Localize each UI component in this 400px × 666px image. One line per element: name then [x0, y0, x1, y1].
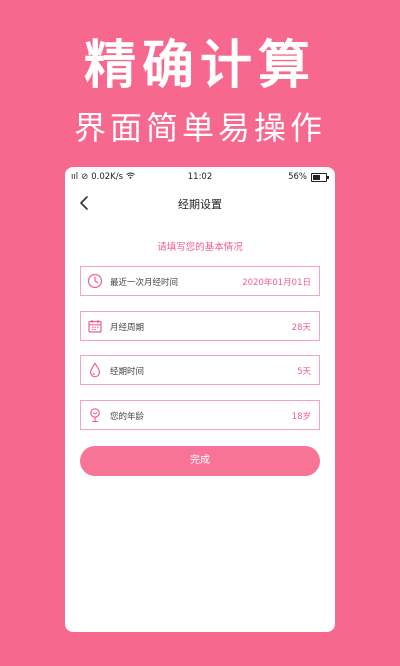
form-prompt: 请填写您的基本情况	[157, 242, 243, 253]
promo-headline: 精确计算	[83, 36, 316, 96]
phone-screen: ııl ⊘ 0.02K/s 11:02 56% 经期设置 请填写您的基本情况 最…	[65, 167, 335, 632]
field-label: 月经周期	[110, 323, 145, 333]
battery-icon	[311, 172, 329, 182]
battery-percent: 56%	[288, 172, 307, 182]
last-period-date-field[interactable]: 最近一次月经时间 2020年01月01日	[80, 266, 320, 296]
age-field[interactable]: 您的年龄 18岁	[80, 400, 320, 430]
status-bar: ııl ⊘ 0.02K/s 11:02 56%	[65, 167, 335, 187]
field-value: 28天	[291, 323, 311, 333]
nav-bar: 经期设置	[65, 191, 335, 217]
drop-icon	[87, 362, 103, 378]
age-icon	[87, 407, 103, 423]
promo-subline: 界面简单易操作	[73, 109, 326, 147]
field-value: 2020年01月01日	[242, 278, 311, 288]
calendar-icon	[87, 318, 103, 334]
page-title: 经期设置	[178, 198, 222, 211]
field-value: 18岁	[291, 412, 311, 422]
cycle-length-field[interactable]: 月经周期 28天	[80, 311, 320, 341]
period-duration-field[interactable]: 经期时间 5天	[80, 355, 320, 385]
field-label: 经期时间	[110, 367, 145, 377]
field-value: 5天	[297, 367, 311, 377]
done-button[interactable]: 完成	[80, 446, 320, 476]
field-label: 最近一次月经时间	[110, 278, 179, 288]
field-label: 您的年龄	[110, 412, 145, 422]
clock-icon	[87, 273, 103, 289]
